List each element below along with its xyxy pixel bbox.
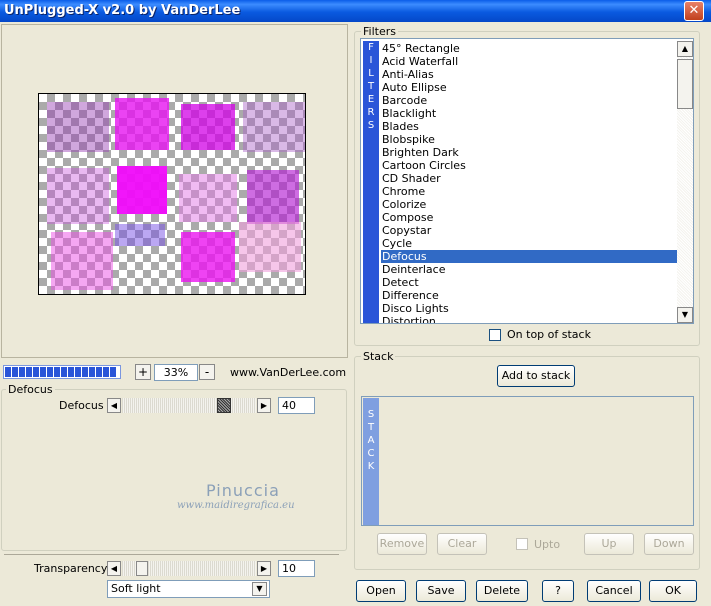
- remove-button[interactable]: Remove: [377, 533, 427, 555]
- transparency-right-arrow-icon[interactable]: ▶: [257, 561, 271, 576]
- defocus-slider-thumb[interactable]: [217, 398, 231, 413]
- filter-list-box: FILTERS 45° Rectangle Acid Waterfall Anti-…: [360, 38, 694, 324]
- preview-image[interactable]: [38, 93, 306, 295]
- filters-strip: FILTERS: [363, 41, 379, 323]
- on-top-label: On top of stack: [507, 328, 591, 341]
- defocus-group-title: Defocus: [6, 383, 55, 396]
- progress-bar: [3, 365, 121, 379]
- watermark-url: www.maidiregrafica.eu: [177, 500, 295, 511]
- defocus-slider-track[interactable]: [122, 398, 256, 413]
- slider-right-arrow-icon[interactable]: ▶: [257, 398, 271, 413]
- strip-letter: S: [367, 120, 375, 131]
- strip-letter: I: [369, 55, 373, 66]
- filter-item[interactable]: Auto Ellipse: [381, 81, 677, 94]
- filter-item[interactable]: Anti-Alias: [381, 68, 677, 81]
- clear-button[interactable]: Clear: [437, 533, 487, 555]
- delete-button[interactable]: Delete: [476, 580, 528, 602]
- filter-scrollbar[interactable]: ▲ ▼: [677, 41, 693, 323]
- chevron-down-icon[interactable]: ▼: [252, 582, 267, 596]
- cancel-button[interactable]: Cancel: [587, 580, 641, 602]
- transparency-label: Transparency: [34, 562, 108, 575]
- scroll-up-icon[interactable]: ▲: [677, 41, 693, 57]
- filter-item[interactable]: Difference: [381, 289, 677, 302]
- filter-item[interactable]: Acid Waterfall: [381, 55, 677, 68]
- filter-item[interactable]: Detect: [381, 276, 677, 289]
- filter-item[interactable]: Disco Lights: [381, 302, 677, 315]
- down-button[interactable]: Down: [644, 533, 694, 555]
- filters-group-title: Filters: [361, 25, 398, 38]
- website-link[interactable]: www.VanDerLee.com: [230, 366, 346, 379]
- filter-item[interactable]: Deinterlace: [381, 263, 677, 276]
- stack-list-box[interactable]: STACK: [361, 396, 694, 526]
- strip-letter: R: [367, 107, 375, 118]
- up-button[interactable]: Up: [584, 533, 634, 555]
- stack-group-title: Stack: [361, 350, 396, 363]
- filter-item[interactable]: Chrome: [381, 185, 677, 198]
- scroll-down-icon[interactable]: ▼: [677, 307, 693, 323]
- save-button[interactable]: Save: [416, 580, 466, 602]
- filter-item[interactable]: Barcode: [381, 94, 677, 107]
- strip-letter: A: [367, 435, 375, 446]
- slider-left-arrow-icon[interactable]: ◀: [107, 398, 121, 413]
- divider: [4, 554, 339, 555]
- zoom-out-button[interactable]: -: [199, 364, 215, 380]
- strip-letter: L: [368, 68, 374, 79]
- filter-item[interactable]: Distortion: [381, 315, 677, 323]
- stack-strip: STACK: [363, 398, 379, 525]
- filter-item[interactable]: Blobspike: [381, 133, 677, 146]
- filter-item[interactable]: Blacklight: [381, 107, 677, 120]
- open-button[interactable]: Open: [356, 580, 406, 602]
- watermark-name: Pinuccia: [206, 481, 280, 500]
- window-title: UnPlugged-X v2.0 by VanDerLee: [4, 3, 241, 18]
- strip-letter: E: [367, 94, 375, 105]
- filter-item[interactable]: Cycle: [381, 237, 677, 250]
- transparency-slider-thumb[interactable]: [136, 561, 148, 576]
- transparency-value-field[interactable]: 10: [278, 560, 315, 577]
- defocus-slider-label: Defocus: [59, 399, 104, 412]
- scroll-thumb[interactable]: [677, 59, 693, 109]
- ok-button[interactable]: OK: [649, 580, 697, 602]
- zoom-in-button[interactable]: +: [135, 364, 151, 380]
- add-to-stack-button[interactable]: Add to stack: [497, 365, 575, 387]
- filter-item[interactable]: Colorize: [381, 198, 677, 211]
- strip-letter: T: [367, 422, 375, 433]
- strip-letter: S: [367, 409, 375, 420]
- filter-list[interactable]: 45° Rectangle Acid Waterfall Anti-Alias Aut…: [381, 42, 677, 323]
- strip-letter: C: [367, 448, 375, 459]
- upto-checkbox[interactable]: [516, 538, 528, 550]
- transparency-left-arrow-icon[interactable]: ◀: [107, 561, 121, 576]
- filter-item[interactable]: CD Shader: [381, 172, 677, 185]
- help-button[interactable]: ?: [542, 580, 574, 602]
- defocus-value-field[interactable]: 40: [278, 397, 315, 414]
- filter-item[interactable]: Compose: [381, 211, 677, 224]
- filter-item[interactable]: 45° Rectangle: [381, 42, 677, 55]
- strip-letter: T: [367, 81, 375, 92]
- strip-letter: K: [367, 461, 375, 472]
- strip-letter: F: [368, 42, 374, 53]
- blend-mode-select[interactable]: Soft light ▼: [107, 580, 270, 598]
- filter-item[interactable]: Copystar: [381, 224, 677, 237]
- upto-label: Upto: [534, 538, 561, 551]
- filter-item[interactable]: Cartoon Circles: [381, 159, 677, 172]
- close-button[interactable]: ✕: [684, 1, 704, 21]
- on-top-checkbox[interactable]: [489, 329, 501, 341]
- filter-item[interactable]: Defocus: [381, 250, 677, 263]
- filter-item[interactable]: Blades: [381, 120, 677, 133]
- filter-item[interactable]: Brighten Dark: [381, 146, 677, 159]
- zoom-value: 33%: [154, 364, 198, 381]
- blend-mode-value: Soft light: [111, 582, 161, 595]
